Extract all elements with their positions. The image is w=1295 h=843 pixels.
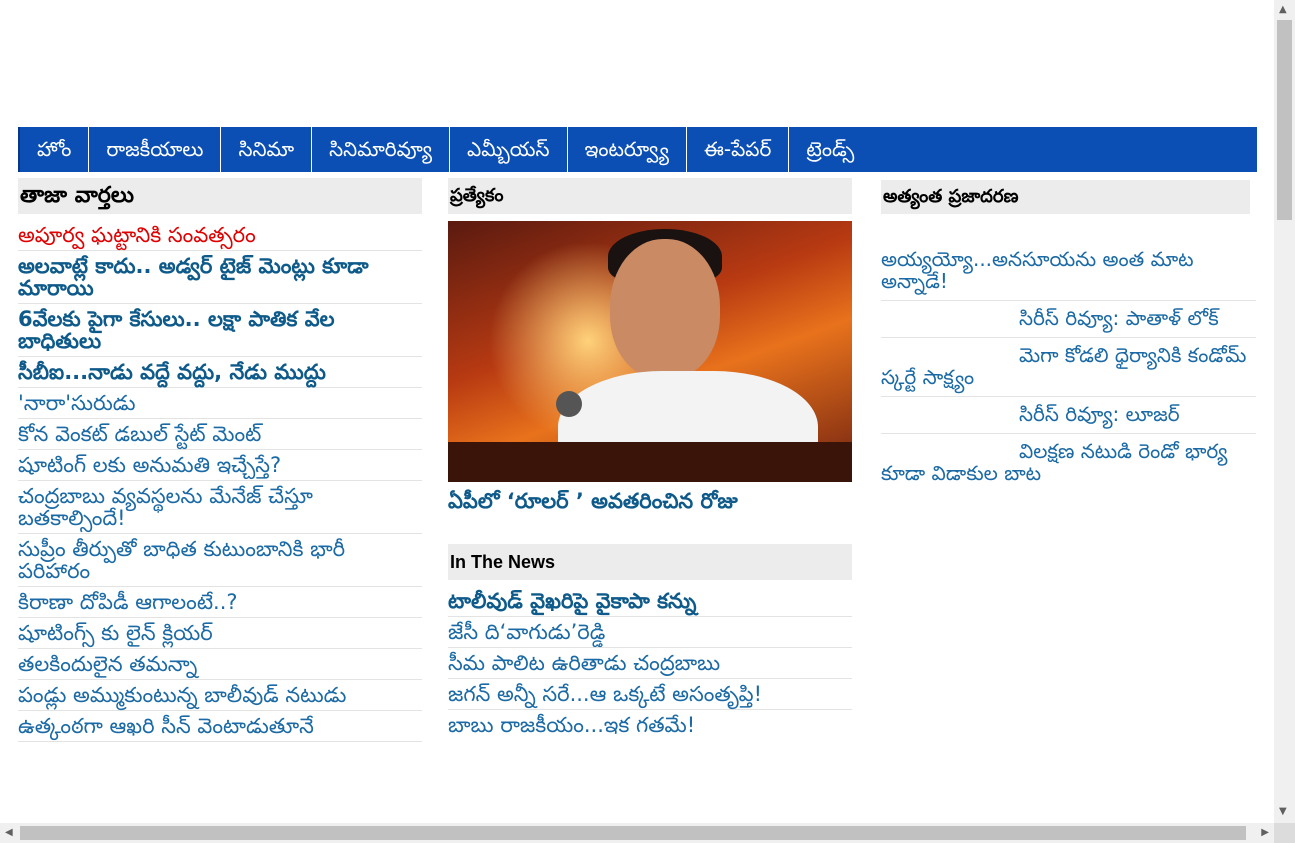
list-item: సీబీఐ...నాడు వద్దే వద్దు, నేడు ముద్దు [18, 357, 422, 388]
nav-epaper[interactable]: ఈ-పేపర్ [687, 127, 790, 172]
photo-face [610, 239, 720, 379]
latest-news-list: అపూర్వ ఘట్టానికి సంవత్సరం అలవాట్లే కాదు.… [18, 220, 422, 742]
nav-interview[interactable]: ఇంటర్వ్యూ [568, 127, 687, 172]
popular-heading: అత్యంత ప్రజాదరణ [881, 180, 1250, 214]
scroll-up-icon[interactable]: ▲ [1279, 5, 1287, 15]
list-item: షూటింగ్ లకు అనుమతి ఇచ్చేస్తే? [18, 450, 422, 481]
scrollbar-corner [1274, 823, 1295, 843]
latest-news-column: తాజా వార్తలు అపూర్వ ఘట్టానికి సంవత్సరం అ… [18, 178, 422, 742]
list-item: సీమ పాలిట ఉరితాడు చంద్రబాబు [448, 648, 852, 679]
list-item: అపూర్వ ఘట్టానికి సంవత్సరం [18, 220, 422, 251]
list-item: మెగా కోడలి ధైర్యానికి కండోమ్ స్కర్టే సాక… [881, 338, 1256, 397]
popular-column: అత్యంత ప్రజాదరణ అయ్యయ్యో...అనసూయను అంత మ… [881, 178, 1256, 492]
news-link[interactable]: 'నారా'సురుడు [18, 391, 136, 415]
popular-link[interactable]: సిరీస్ రివ్యూ: లూజర్ [1019, 402, 1180, 426]
news-link[interactable]: కోన వెంకట్ డబుల్ స్టేట్ మెంట్ [18, 422, 261, 446]
list-item: ఉత్కంఠగా ఆఖరి సీన్ వెంటాడుతూనే [18, 711, 422, 742]
nav-politics[interactable]: రాజకీయాలు [89, 127, 222, 172]
list-item: కిరాణా దోపిడీ ఆగాలంటే..? [18, 587, 422, 618]
list-item: చంద్రబాబు వ్యవస్థలను మేనేజ్ చేస్తూ బతకాల… [18, 481, 422, 534]
horizontal-scrollbar[interactable]: ◀ ▶ [0, 823, 1275, 843]
list-item: సిరీస్ రివ్యూ: పాతాళ్ లోక్ [881, 301, 1256, 338]
scroll-left-icon[interactable]: ◀ [5, 828, 13, 838]
news-link[interactable]: బాబు రాజకీయం...ఇక గతమే! [448, 713, 695, 737]
news-link[interactable]: షూటింగ్ లకు అనుమతి ఇచ్చేస్తే? [18, 453, 281, 477]
list-item: టాలీవుడ్ వైఖరిపై వైకాపా కన్ను [448, 586, 852, 617]
news-link[interactable]: 6వేలకు పైగా కేసులు.. లక్షా పాతిక వేల బాధ… [18, 307, 335, 353]
news-link[interactable]: చంద్రబాబు వ్యవస్థలను మేనేజ్ చేస్తూ బతకాల… [18, 484, 313, 530]
in-the-news-heading: In The News [448, 544, 852, 580]
list-item: 6వేలకు పైగా కేసులు.. లక్షా పాతిక వేల బాధ… [18, 304, 422, 357]
main-nav: హోం రాజకీయాలు సినిమా సినిమారివ్యూ ఎమ్బీయ… [18, 127, 1257, 172]
news-link[interactable]: సీమ పాలిట ఉరితాడు చంద్రబాబు [448, 651, 720, 675]
list-item: బాబు రాజకీయం...ఇక గతమే! [448, 710, 852, 740]
photo-podium [448, 442, 852, 482]
news-link[interactable]: అలవాట్లే కాదు.. అడ్వర్ టైజ్ మెంట్లు కూడా… [18, 254, 369, 300]
latest-news-heading: తాజా వార్తలు [18, 178, 422, 214]
vertical-scrollbar[interactable]: ▲ ▼ [1274, 0, 1295, 823]
news-link[interactable]: సుప్రీం తీర్పుతో బాధిత కుటుంబానికి భారీ … [18, 537, 345, 583]
special-heading: ప్రత్యేకం [448, 178, 852, 214]
list-item: తలకిందులైన తమన్నా [18, 649, 422, 680]
scroll-down-icon[interactable]: ▼ [1279, 807, 1287, 817]
news-link[interactable]: ఉత్కంఠగా ఆఖరి సీన్ వెంటాడుతూనే [18, 714, 314, 738]
nav-cinema[interactable]: సినిమా [221, 127, 313, 172]
news-link[interactable]: టాలీవుడ్ వైఖరిపై వైకాపా కన్ను [448, 589, 696, 613]
horizontal-scroll-thumb[interactable] [20, 826, 1246, 840]
news-link[interactable]: జేసీ ది‘వాగుడు’రెడ్డి [448, 620, 605, 644]
popular-link[interactable]: సిరీస్ రివ్యూ: పాతాళ్ లోక్ [1019, 306, 1219, 330]
list-item: పండ్లు అమ్ముకుంటున్న బాలీవుడ్ నటుడు [18, 680, 422, 711]
list-item: 'నారా'సురుడు [18, 388, 422, 419]
popular-link[interactable]: విలక్షణ నటుడి రెండో భార్య కూడా విడాకుల బ… [881, 440, 1256, 484]
list-item: అయ్యయ్యో...అనసూయను అంత మాట అన్నాడే! [881, 242, 1256, 301]
vertical-scroll-thumb[interactable] [1277, 20, 1292, 220]
featured-caption[interactable]: ఏపీలో ‘రూలర్ ’ అవతరించిన రోజు [448, 488, 852, 514]
nav-trends[interactable]: ట్రెండ్స్ [789, 127, 871, 172]
popular-list: అయ్యయ్యో...అనసూయను అంత మాట అన్నాడే! సిరీ… [881, 242, 1256, 492]
news-link[interactable]: అపూర్వ ఘట్టానికి సంవత్సరం [18, 223, 256, 247]
news-link[interactable]: తలకిందులైన తమన్నా [18, 652, 197, 676]
list-item: కోన వెంకట్ డబుల్ స్టేట్ మెంట్ [18, 419, 422, 450]
featured-photo[interactable] [448, 221, 852, 482]
photo-microphone [556, 391, 582, 417]
list-item: విలక్షణ నటుడి రెండో భార్య కూడా విడాకుల బ… [881, 434, 1256, 492]
news-link[interactable]: షూటింగ్స్ కు లైన్ క్లియర్ [18, 621, 213, 645]
special-column: ప్రత్యేకం ఏపీలో ‘రూలర్ ’ అవతరించిన రోజు … [448, 178, 852, 740]
scroll-right-icon[interactable]: ▶ [1261, 828, 1269, 838]
nav-mbs[interactable]: ఎమ్బీయస్ [450, 127, 568, 172]
news-link[interactable]: పండ్లు అమ్ముకుంటున్న బాలీవుడ్ నటుడు [18, 683, 346, 707]
nav-movie-review[interactable]: సినిమారివ్యూ [312, 127, 450, 172]
popular-link[interactable]: అయ్యయ్యో...అనసూయను అంత మాట అన్నాడే! [881, 247, 1194, 293]
list-item: సిరీస్ రివ్యూ: లూజర్ [881, 397, 1256, 434]
news-link[interactable]: సీబీఐ...నాడు వద్దే వద్దు, నేడు ముద్దు [18, 360, 326, 384]
list-item: అలవాట్లే కాదు.. అడ్వర్ టైజ్ మెంట్లు కూడా… [18, 251, 422, 304]
list-item: షూటింగ్స్ కు లైన్ క్లియర్ [18, 618, 422, 649]
news-link[interactable]: కిరాణా దోపిడీ ఆగాలంటే..? [18, 590, 238, 614]
nav-home[interactable]: హోం [20, 127, 90, 172]
news-link[interactable]: జగన్ అన్నీ సరే...ఆ ఒక్కటే అసంతృప్తి! [448, 682, 762, 706]
list-item: జేసీ ది‘వాగుడు’రెడ్డి [448, 617, 852, 648]
list-item: సుప్రీం తీర్పుతో బాధిత కుటుంబానికి భారీ … [18, 534, 422, 587]
popular-link[interactable]: మెగా కోడలి ధైర్యానికి కండోమ్ స్కర్టే సాక… [881, 344, 1256, 388]
top-banner-area [0, 0, 1274, 127]
in-the-news-list: టాలీవుడ్ వైఖరిపై వైకాపా కన్ను జేసీ ది‘వా… [448, 586, 852, 740]
list-item: జగన్ అన్నీ సరే...ఆ ఒక్కటే అసంతృప్తి! [448, 679, 852, 710]
